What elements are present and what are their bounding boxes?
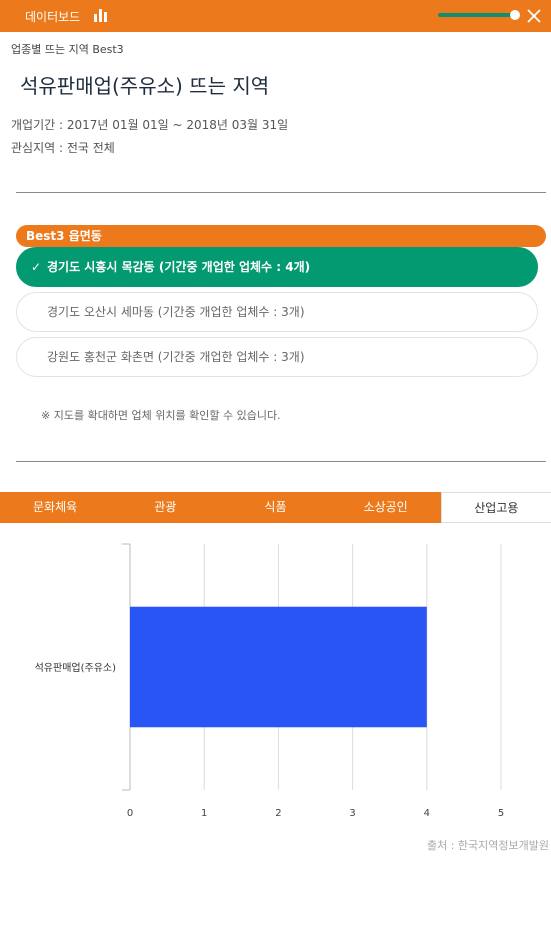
best-item-1[interactable]: ✓ 경기도 시흥시 목감동 (기간중 개업한 업체수 : 4개) [16,247,538,287]
app-title: 데이터보드 [25,10,81,24]
x-tick-label: 4 [424,808,430,819]
zoom-slider-handle[interactable] [510,10,520,20]
category-tabs: 문화체육 관광 식품 소상공인 산업고용 [0,492,551,523]
best-item-2[interactable]: 경기도 오산시 세마동 (기간중 개업한 업체수 : 3개) [16,292,538,332]
region-text: 관심지역 : 전국 전체 [11,141,115,155]
tab-small-business[interactable]: 소상공인 [331,492,441,523]
page-title: 석유판매업(주유소) 뜨는 지역 [20,74,270,98]
zoom-slider[interactable] [438,13,514,17]
bar [130,606,427,728]
bar-chart: 0 1 2 3 4 5 석유판매업(주유소) [35,543,504,819]
x-tick-label: 0 [127,808,133,819]
best3-header: Best3 읍면동 [16,225,546,247]
tab-industry-employment[interactable]: 산업고용 [440,492,551,523]
close-icon[interactable] [526,8,542,24]
tab-culture-sports[interactable]: 문화체육 [0,492,110,523]
period-text: 개업기간 : 2017년 01월 01일 ~ 2018년 03월 31일 [11,118,289,132]
bar-chart-icon[interactable] [94,9,108,22]
best-item-label: 경기도 오산시 세마동 (기간중 개업한 업체수 : 3개) [47,305,305,319]
best-item-label: 경기도 시흥시 목감동 (기간중 개업한 업체수 : 4개) [47,260,311,274]
breadcrumb: 업종별 뜨는 지역 Best3 [11,43,124,56]
x-tick-label: 5 [498,808,504,819]
x-tick-label: 1 [201,808,207,819]
divider [16,192,546,193]
best-item-3[interactable]: 강원도 홍천군 화촌면 (기간중 개업한 업체수 : 3개) [16,337,538,377]
x-tick-label: 3 [349,808,355,819]
map-note: ※ 지도를 확대하면 업체 위치를 확인할 수 있습니다. [41,409,281,422]
divider [16,461,546,462]
source-text: 출처 : 한국지역정보개발원 [426,839,549,852]
y-category-label: 석유판매업(주유소) [35,661,117,674]
check-icon: ✓ [31,260,42,274]
top-bar: 데이터보드 [0,0,551,32]
tab-tourism[interactable]: 관광 [110,492,220,523]
tab-food[interactable]: 식품 [220,492,330,523]
x-tick-label: 2 [275,808,281,819]
best-item-label: 강원도 홍천군 화촌면 (기간중 개업한 업체수 : 3개) [47,350,305,364]
